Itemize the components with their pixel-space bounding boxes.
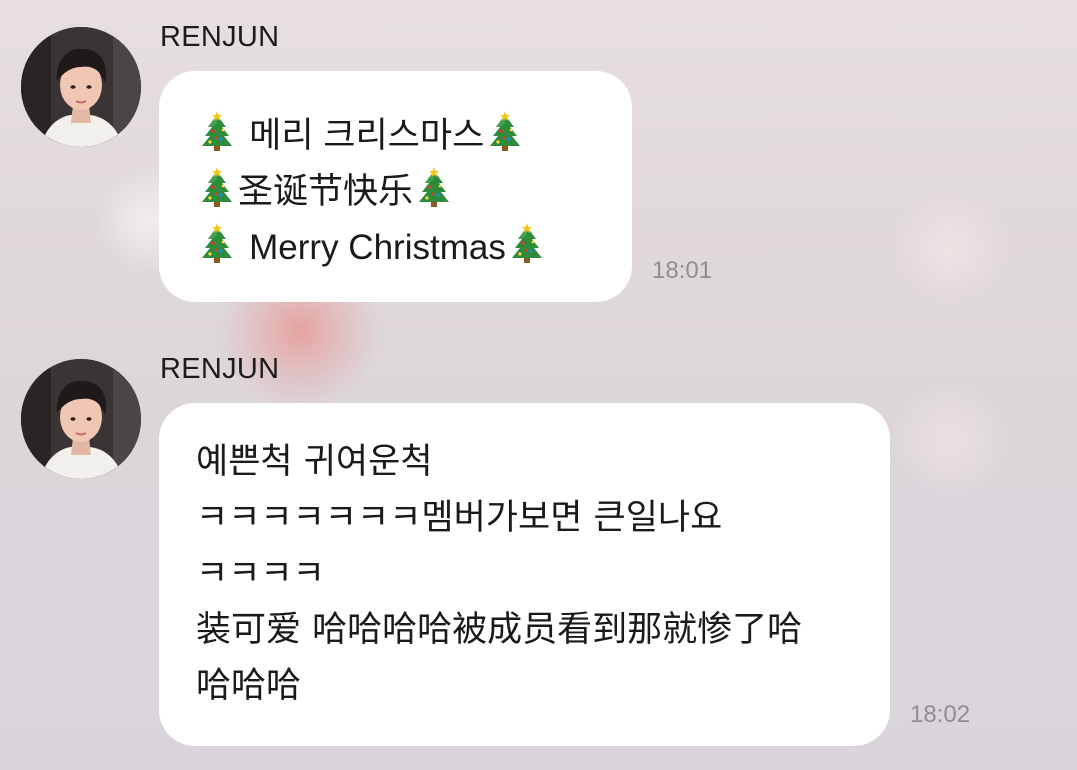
sender-name: RENJUN <box>160 21 280 53</box>
message-text: Merry Christmas <box>249 228 506 267</box>
message-line: 圣诞节快乐 <box>196 167 455 212</box>
message-bubble[interactable]: 예쁜척 귀여운척 ㅋㅋㅋㅋㅋㅋㅋ멤버가보면 큰일나요 ㅋㅋㅋㅋ 装可爱 哈哈哈哈… <box>159 403 890 746</box>
christmas-tree-icon <box>196 167 238 209</box>
christmas-tree-icon <box>196 223 238 265</box>
avatar[interactable] <box>21 359 141 479</box>
message-text: 哈哈哈 <box>196 666 302 706</box>
message-text: ㅋㅋㅋㅋㅋㅋㅋ멤버가보면 큰일나요 <box>196 498 723 538</box>
message-bubble[interactable]: 메리 크리스마스 圣诞节快乐 Merry Christmas <box>159 71 632 302</box>
message-text: 메리 크리스마스 <box>249 116 485 155</box>
message-line: 메리 크리스마스 <box>196 111 526 156</box>
christmas-tree-icon <box>196 111 238 153</box>
christmas-tree-icon <box>413 167 455 209</box>
message-timestamp: 18:02 <box>910 701 971 728</box>
message-timestamp: 18:01 <box>652 257 713 284</box>
message-text: 装可爱 哈哈哈哈被成员看到那就惨了哈 <box>196 610 803 650</box>
christmas-tree-icon <box>484 111 526 153</box>
message-text: ㅋㅋㅋㅋ <box>196 554 325 594</box>
chat-thread: RENJUN 메리 크리스마스 圣诞节快乐 Merry Christmas 18… <box>0 0 1077 770</box>
avatar[interactable] <box>21 27 141 147</box>
message-line: Merry Christmas <box>196 223 548 268</box>
message-text: 예쁜척 귀여운척 <box>196 442 433 482</box>
message-text: 圣诞节快乐 <box>238 172 414 211</box>
christmas-tree-icon <box>506 223 548 265</box>
sender-name: RENJUN <box>160 353 280 385</box>
